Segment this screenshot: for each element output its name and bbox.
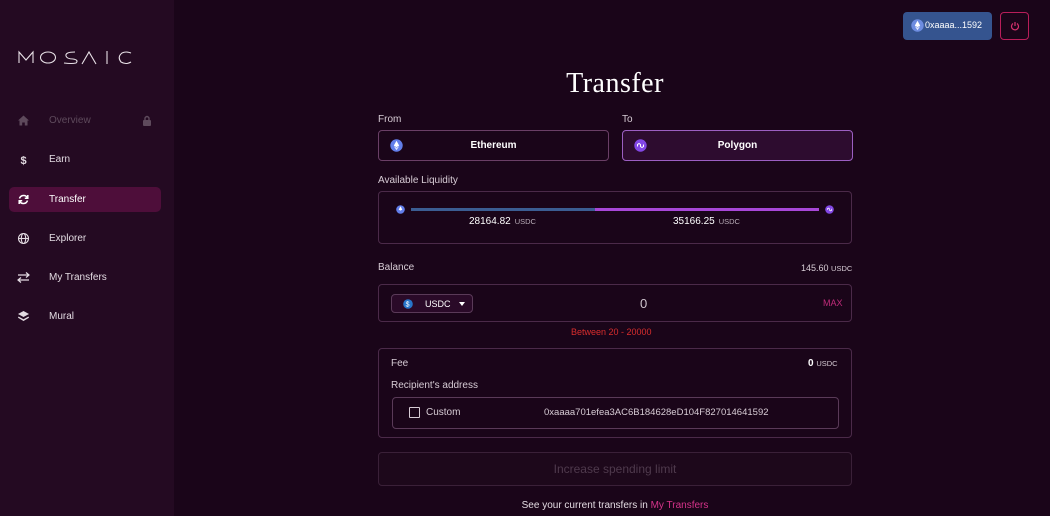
sidebar-item-label: Explorer <box>49 233 87 244</box>
liquidity-label: Available Liquidity <box>378 175 458 186</box>
sidebar-item-mural[interactable]: Mural <box>9 304 161 329</box>
page-title: Transfer <box>566 68 664 99</box>
balance-value: 145.60 <box>801 263 829 273</box>
max-button[interactable]: MAX <box>823 298 843 308</box>
svg-text:$: $ <box>21 155 27 166</box>
footer-text: See your current transfers in <box>521 500 648 511</box>
amount-error: Between 20 - 20000 <box>571 327 652 337</box>
layers-icon <box>18 311 29 321</box>
balance-unit: USDC <box>831 264 853 273</box>
from-chain-name: Ethereum <box>470 140 517 151</box>
liquidity-bar-ethereum <box>411 208 595 211</box>
token-select[interactable]: $ USDC <box>391 294 473 313</box>
fee: 0 USDC <box>808 358 838 369</box>
custom-checkbox[interactable] <box>409 407 420 418</box>
token-name: USDC <box>425 299 451 309</box>
liquidity-from-value: 28164.82 <box>469 216 511 227</box>
mosaic-logo[interactable] <box>18 48 154 68</box>
amount-input[interactable]: 0 <box>640 296 647 311</box>
caret-down-icon <box>459 302 465 306</box>
fee-label: Fee <box>391 358 409 369</box>
power-button[interactable] <box>1000 12 1029 40</box>
power-icon <box>1010 22 1020 31</box>
lock-icon <box>143 115 151 126</box>
footer-note: See your current transfers in My Transfe… <box>0 500 1050 511</box>
recipient-label: Recipient's address <box>391 380 478 391</box>
liquidity-to: 35166.25 USDC <box>673 216 740 227</box>
increase-spending-limit-button[interactable]: Increase spending limit <box>378 452 852 486</box>
balance-label: Balance <box>378 262 415 273</box>
polygon-icon <box>634 139 647 152</box>
sidebar-item-my-transfers[interactable]: My Transfers <box>9 265 161 290</box>
svg-text:$: $ <box>406 302 410 309</box>
sidebar-item-label: Earn <box>49 154 71 165</box>
ethereum-icon <box>390 139 403 152</box>
refresh-icon <box>18 194 29 205</box>
liquidity-from: 28164.82 USDC <box>469 216 536 227</box>
from-chain-select[interactable]: Ethereum <box>378 130 609 161</box>
ethereum-icon <box>396 205 405 214</box>
sidebar-item-overview[interactable]: Overview <box>9 108 161 133</box>
recipient-address: 0xaaaa701efea3AC6B184628eD104F8270146415… <box>544 407 769 418</box>
sidebar-item-label: Overview <box>49 115 91 126</box>
to-label: To <box>622 114 633 125</box>
home-icon <box>18 115 29 126</box>
my-transfers-link[interactable]: My Transfers <box>651 500 709 511</box>
polygon-icon <box>825 205 834 214</box>
liquidity-to-value: 35166.25 <box>673 216 715 227</box>
to-chain-select[interactable]: Polygon <box>622 130 853 161</box>
custom-label: Custom <box>426 407 461 418</box>
globe-icon <box>17 232 30 245</box>
liquidity-to-unit: USDC <box>718 217 740 226</box>
wallet-button[interactable]: 0xaaaa...1592 <box>903 12 992 40</box>
swap-arrows-icon <box>17 272 30 283</box>
wallet-address: 0xaaaa...1592 <box>925 20 983 30</box>
fee-unit: USDC <box>816 359 838 368</box>
dollar-icon: $ <box>21 155 27 166</box>
liquidity-panel <box>378 191 852 244</box>
sidebar-item-label: My Transfers <box>49 272 107 283</box>
from-label: From <box>378 114 402 125</box>
sidebar-item-label: Mural <box>49 311 75 322</box>
sidebar-item-explorer[interactable]: Explorer <box>9 226 161 251</box>
ethereum-icon <box>911 19 924 32</box>
usdc-icon: $ <box>403 299 413 309</box>
liquidity-from-unit: USDC <box>514 217 536 226</box>
fee-value: 0 <box>808 358 814 369</box>
liquidity-bar-polygon <box>595 208 819 211</box>
sidebar-item-label: Transfer <box>49 194 86 205</box>
sidebar-item-transfer[interactable]: Transfer <box>9 187 161 212</box>
sidebar-item-earn[interactable]: $ Earn <box>9 147 161 172</box>
to-chain-name: Polygon <box>717 140 758 151</box>
balance: 145.60 USDC <box>801 263 852 273</box>
